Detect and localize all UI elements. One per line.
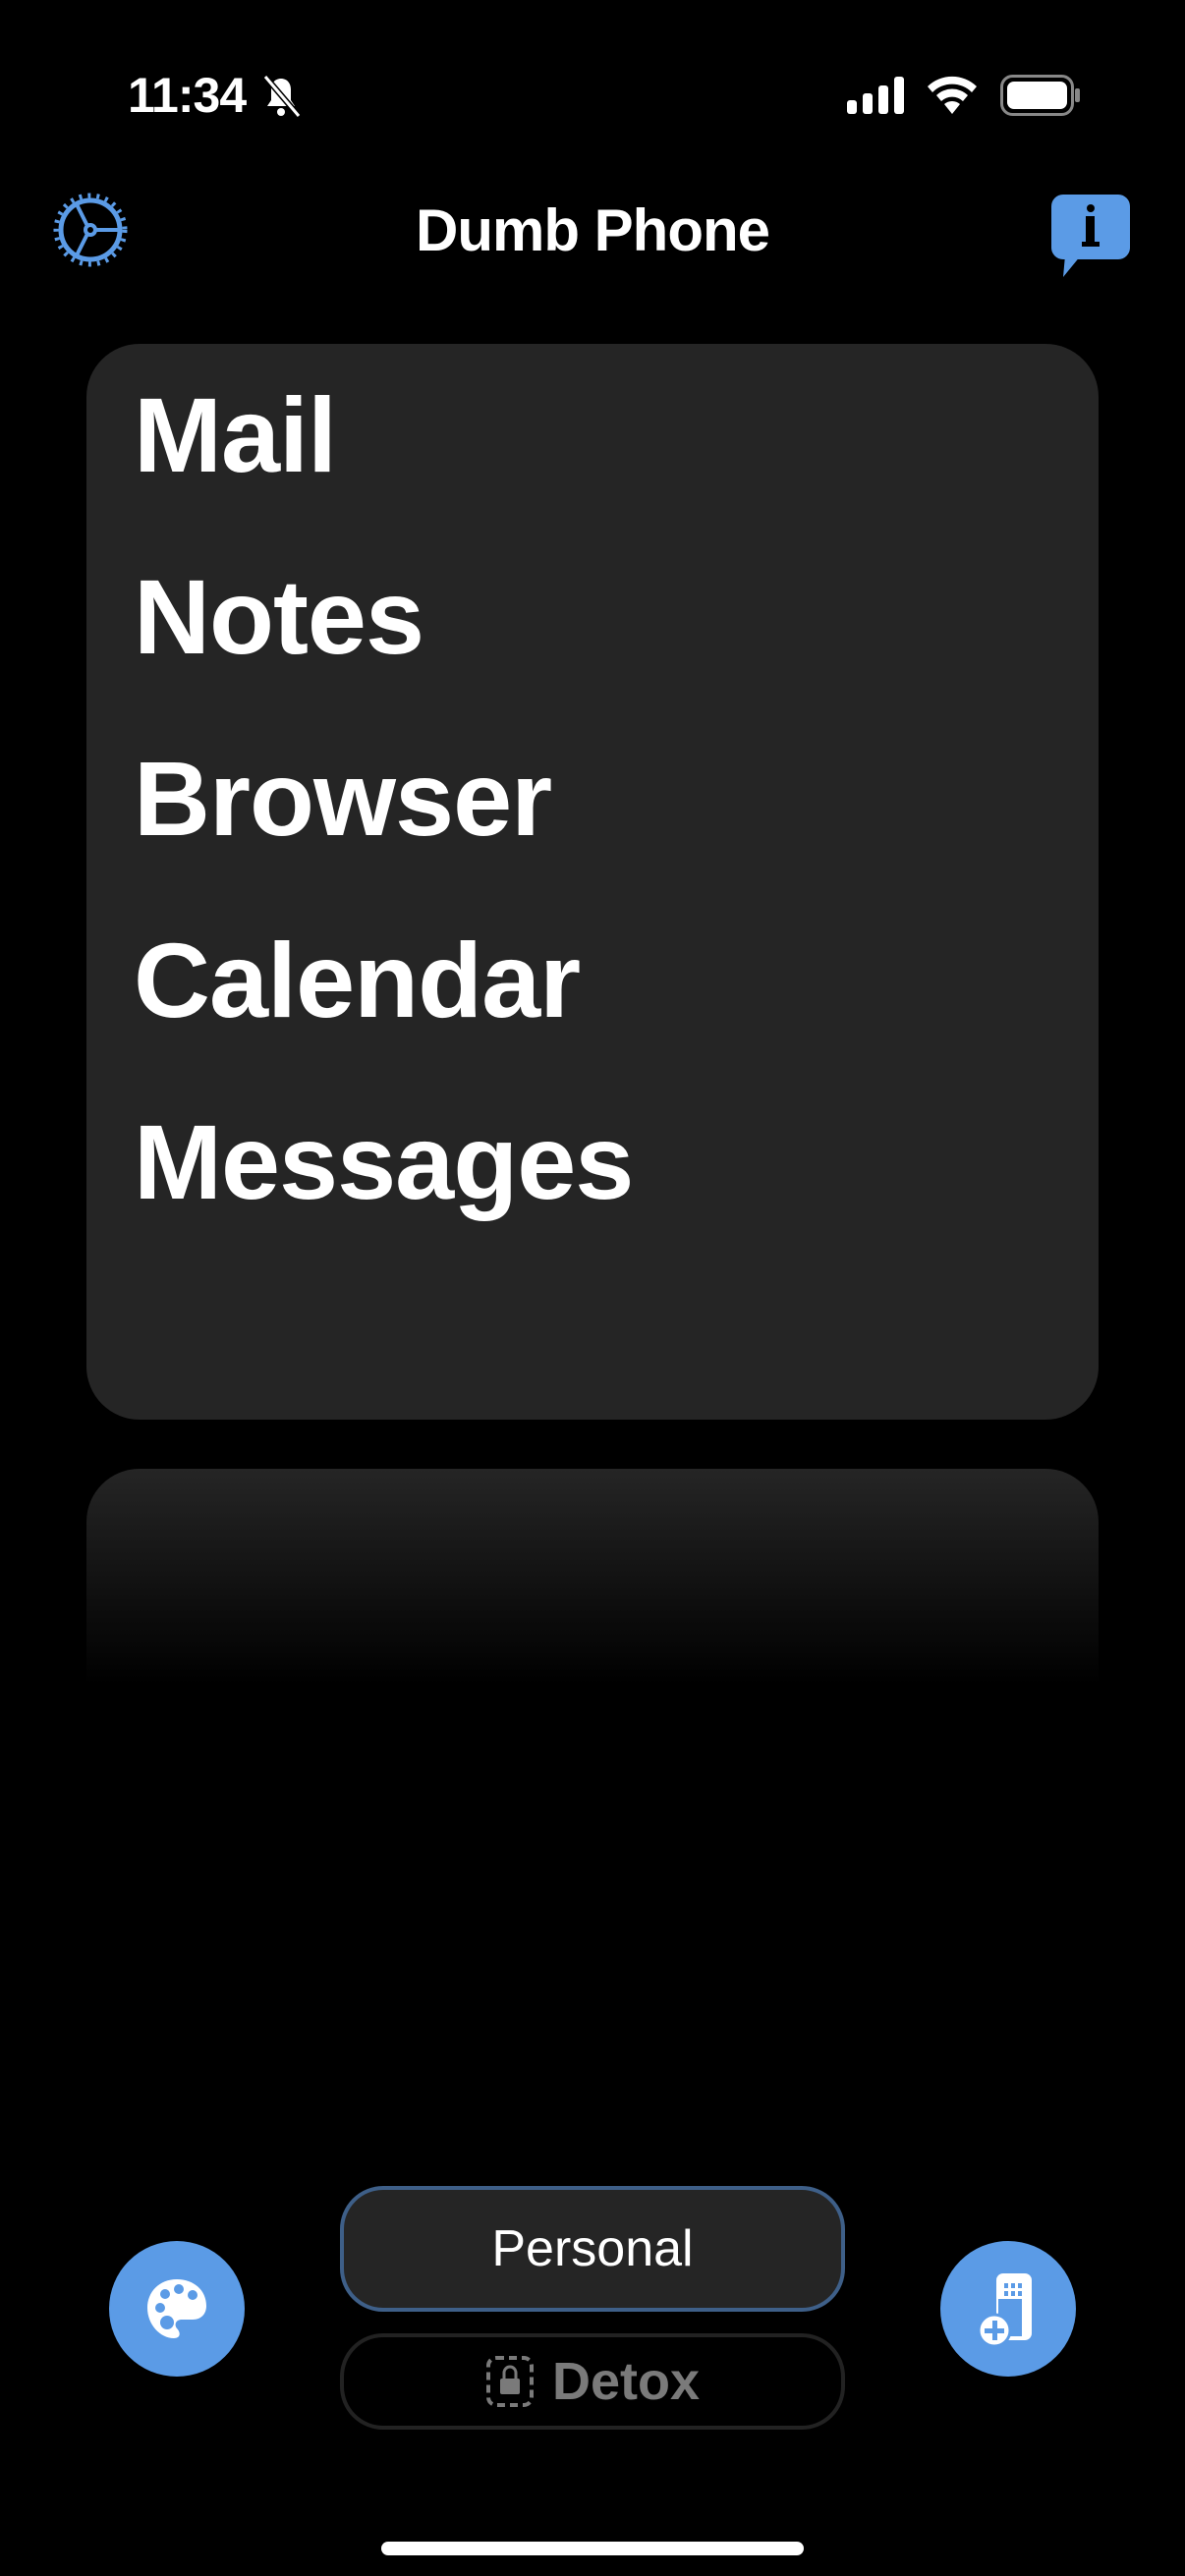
app-item-calendar[interactable]: Calendar [134, 919, 581, 1041]
status-bar: 11:34 [0, 61, 1185, 130]
info-bubble-icon[interactable] [1051, 195, 1130, 277]
gear-icon[interactable] [51, 191, 130, 269]
status-time: 11:34 [128, 68, 247, 123]
mode-personal-label: Personal [491, 2220, 694, 2277]
cellular-signal-icon [847, 77, 904, 114]
page-title: Dumb Phone [416, 197, 770, 263]
palette-icon [147, 2279, 206, 2338]
app-item-messages[interactable]: Messages [134, 1100, 634, 1223]
mode-personal-button[interactable]: Personal [340, 2186, 845, 2312]
wifi-icon [928, 76, 977, 114]
battery-icon [1000, 75, 1080, 116]
home-indicator[interactable] [381, 2542, 804, 2555]
app-item-notes[interactable]: Notes [134, 555, 424, 678]
add-app-icon [977, 2273, 1032, 2348]
lock-icon [485, 2356, 534, 2407]
mode-detox-button[interactable]: Detox [340, 2333, 845, 2430]
app-list-card: Mail Notes Browser Calendar Messages [86, 344, 1099, 1420]
mode-detox-label: Detox [551, 2352, 701, 2411]
secondary-card [86, 1469, 1099, 1685]
app-item-mail[interactable]: Mail [134, 373, 337, 496]
silent-bell-icon [262, 75, 302, 118]
add-app-button[interactable] [940, 2241, 1076, 2377]
header: Dumb Phone [0, 187, 1185, 277]
theme-button[interactable] [109, 2241, 245, 2377]
app-item-browser[interactable]: Browser [134, 737, 552, 860]
